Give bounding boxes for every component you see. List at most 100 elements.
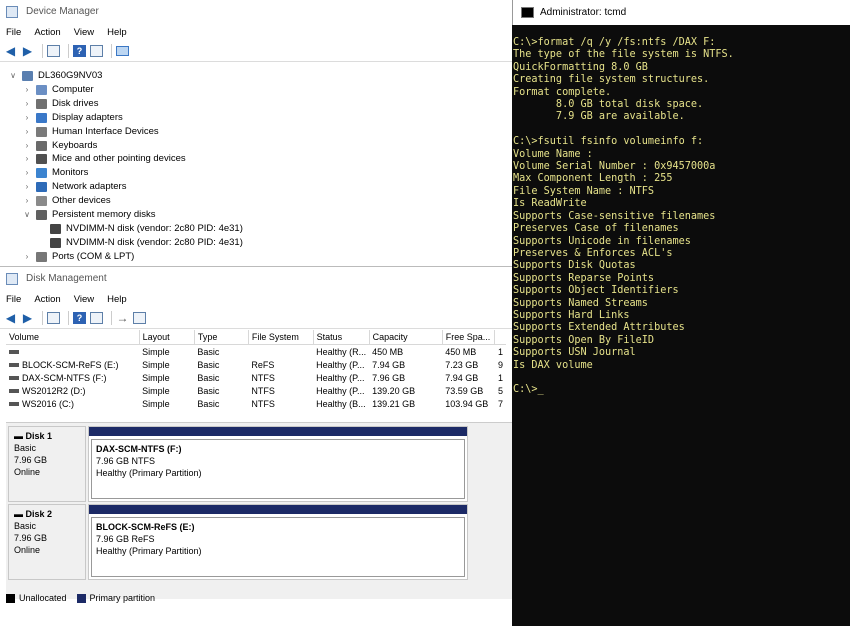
tree-item[interactable]: › Keyboards (22, 139, 97, 153)
partition-body[interactable]: DAX-SCM-NTFS (F:) 7.96 GB NTFS Healthy (… (91, 439, 465, 499)
menu-file[interactable]: File (6, 294, 21, 305)
column-volume[interactable]: Volume (6, 330, 140, 345)
volume-row[interactable]: BLOCK-SCM-ReFS (E:) Simple Basic ReFS Health… (6, 358, 506, 371)
tree-item[interactable]: › Mice and other pointing devices (22, 152, 186, 166)
column-overflow (494, 330, 506, 345)
scan-hardware-icon[interactable] (116, 46, 129, 56)
command-prompt-icon (521, 7, 534, 18)
volume-cell: 7.23 GB (442, 358, 495, 371)
volume-cell-text: WS2016 (C:) (22, 398, 75, 409)
column-type[interactable]: Type (194, 330, 249, 345)
tree-item-label: DL360G9NV03 (38, 70, 103, 81)
volume-cell: Healthy (P... (313, 384, 369, 397)
collapse-arrow-icon[interactable]: ∨ (22, 208, 32, 222)
console-tree-icon[interactable] (47, 312, 60, 324)
partition-detail: 7.96 GB ReFS (96, 534, 155, 544)
device-category-icon (36, 112, 47, 123)
expand-arrow-icon[interactable]: › (22, 166, 32, 180)
disk-1-partition[interactable]: DAX-SCM-NTFS (F:) 7.96 GB NTFS Healthy (… (88, 426, 468, 502)
volume-cell: Basic (194, 371, 248, 384)
tree-item[interactable]: › Network adapters (22, 180, 126, 194)
menu-view[interactable]: View (74, 294, 94, 305)
menu-view[interactable]: View (74, 27, 94, 38)
help-icon[interactable]: ? (73, 45, 86, 57)
disk-2-partition[interactable]: BLOCK-SCM-ReFS (E:) 7.96 GB ReFS Healthy… (88, 504, 468, 580)
column-capacity[interactable]: Capacity (369, 330, 443, 345)
expand-arrow-icon[interactable]: › (22, 180, 32, 194)
help-icon[interactable]: ? (73, 312, 86, 324)
console-line: Preserves & Enforces ACL's (513, 247, 673, 259)
expand-arrow-icon[interactable]: › (22, 83, 32, 97)
disk-graphical-view: ▬ Disk 1 Basic 7.96 GB Online DAX-SCM-NT… (6, 422, 512, 599)
expand-arrow-icon[interactable]: › (22, 97, 32, 111)
column-file-system[interactable]: File System (248, 330, 314, 345)
volume-cell-text: Simple (142, 385, 170, 396)
toolbar-divider (42, 311, 43, 325)
column-free-space[interactable]: Free Spa... (442, 330, 496, 345)
disk-1-info[interactable]: ▬ Disk 1 Basic 7.96 GB Online (8, 426, 86, 502)
legend-swatch-unallocated (6, 593, 15, 603)
disk-management-titlebar[interactable]: Disk Management (0, 267, 512, 290)
back-arrow-icon[interactable]: ◀ (4, 45, 17, 57)
tree-item[interactable]: NVDIMM-N disk (vendor: 2c80 PID: 4e31) (36, 222, 243, 236)
console-window[interactable]: Administrator: tcmd C:\>format /q /y /fs… (512, 0, 850, 626)
console-tree-icon[interactable] (47, 45, 60, 57)
expand-arrow-icon[interactable]: › (22, 194, 32, 208)
partition-body[interactable]: BLOCK-SCM-ReFS (E:) 7.96 GB ReFS Healthy… (91, 517, 465, 577)
console-line: Creating file system structures. (513, 74, 710, 86)
console-output[interactable]: C:\>format /q /y /fs:ntfs /DAX F: The ty… (513, 37, 734, 397)
console-line: QuickFormatting 8.0 GB (513, 61, 648, 73)
connect-icon[interactable]: → (116, 312, 129, 324)
volume-row[interactable]: WS2012R2 (D:) Simple Basic NTFS Healthy (P..… (6, 384, 506, 397)
volume-cell-text: Healthy (P... (316, 372, 365, 383)
tree-item[interactable]: › Other devices (22, 194, 111, 208)
tree-item[interactable]: › Ports (COM & LPT) (22, 250, 134, 264)
tree-item[interactable]: › Monitors (22, 166, 88, 180)
console-line: Volume Serial Number : 0x9457000a (513, 161, 716, 173)
tree-item[interactable]: ∨ DL360G9NV03 (8, 69, 102, 83)
volume-row[interactable]: Simple Basic Healthy (R... 450 MB 450 MB 1 (6, 345, 506, 359)
volume-row[interactable]: DAX-SCM-NTFS (F:) Simple Basic NTFS Healthy … (6, 371, 506, 384)
volume-cell: Simple (139, 371, 194, 384)
menu-help[interactable]: Help (107, 27, 127, 38)
tree-item[interactable]: › Computer (22, 83, 94, 97)
menu-action[interactable]: Action (34, 294, 60, 305)
forward-arrow-icon[interactable]: ▶ (21, 45, 34, 57)
settings-icon[interactable] (133, 312, 146, 324)
back-arrow-icon[interactable]: ◀ (4, 312, 17, 324)
device-category-icon (50, 237, 61, 248)
tree-item-label: Monitors (52, 167, 89, 179)
volume-cell: WS2016 (C:) (6, 397, 139, 410)
volume-cell-text: ReFS (251, 359, 275, 370)
menu-help[interactable]: Help (107, 294, 127, 305)
volume-cell: 139.20 GB (369, 384, 442, 397)
tree-item[interactable]: › Display adapters (22, 111, 123, 125)
volume-cell: DAX-SCM-NTFS (F:) (6, 371, 139, 384)
expand-arrow-icon[interactable]: › (22, 111, 32, 125)
collapse-arrow-icon[interactable]: ∨ (8, 69, 18, 83)
expand-arrow-icon[interactable]: › (22, 152, 32, 166)
expand-arrow-icon[interactable]: › (22, 250, 32, 264)
device-manager-window: Device Manager File Action View Help ◀ ▶… (0, 0, 512, 266)
expand-arrow-icon[interactable]: › (22, 125, 32, 139)
properties-icon[interactable] (90, 45, 103, 57)
tree-item[interactable]: ∨ Persistent memory disks (22, 208, 155, 222)
tree-item[interactable]: › Disk drives (22, 97, 98, 111)
menu-file[interactable]: File (6, 27, 21, 38)
tree-item[interactable]: › Human Interface Devices (22, 125, 159, 139)
column-layout[interactable]: Layout (139, 330, 195, 345)
forward-arrow-icon[interactable]: ▶ (21, 312, 34, 324)
volume-cell-text: WS2012R2 (D:) (22, 385, 86, 396)
properties-icon[interactable] (90, 312, 103, 324)
volume-row[interactable]: WS2016 (C:) Simple Basic NTFS Healthy (B... 1… (6, 397, 506, 410)
tree-item-label: Persistent memory disks (52, 209, 156, 220)
tree-item[interactable]: NVDIMM-N disk (vendor: 2c80 PID: 4e31) (36, 236, 243, 250)
column-status[interactable]: Status (313, 330, 370, 345)
menu-action[interactable]: Action (34, 27, 60, 38)
volume-cell: 103.94 GB (442, 397, 495, 410)
expand-arrow-icon[interactable]: › (22, 139, 32, 153)
console-titlebar[interactable]: Administrator: tcmd (512, 0, 850, 25)
disk-2-info[interactable]: ▬ Disk 2 Basic 7.96 GB Online (8, 504, 86, 580)
device-manager-titlebar[interactable]: Device Manager (0, 0, 512, 23)
volume-cell: 73.59 GB (442, 384, 495, 397)
